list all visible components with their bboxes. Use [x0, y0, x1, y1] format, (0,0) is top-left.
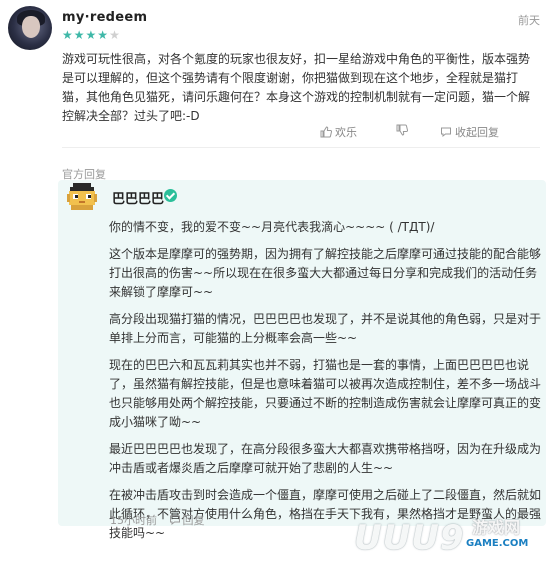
reply-button[interactable]: 回复 [161, 514, 205, 527]
reply-paragraph: 这个版本是摩摩可的强势期，因为拥有了解控技能之后摩摩可通过技能的配合能够打出很高… [109, 247, 542, 299]
reply-paragraph: 高分段出现猫打猫的情况，巴巴巴巴也发现了，并不是说其他的角色弱，只是对于单排上分… [109, 312, 542, 345]
reply-time: 15小时前 [110, 514, 157, 527]
reply-icon [169, 515, 180, 526]
thumbs-down-icon [396, 124, 409, 136]
review-text: 游戏可玩性很高，对各个氪度的玩家也很友好，扣一星给游戏中角色的平衡性，版本强势是… [62, 52, 531, 123]
rating-stars: ★★★★★ [62, 28, 121, 42]
watermark-url: GAME.COM [466, 538, 529, 549]
reply-paragraph: 现在的巴巴六和瓦瓦莉其实也并不弱，打猫也是一套的事情，上面巴巴巴巴也说了，虽然猫… [109, 358, 542, 429]
reply-paragraph: 你的情不变，我的爱不变~~月亮代表我滴心~~~~ ( /TДT)/ [109, 220, 435, 234]
like-button[interactable]: 欢乐 [320, 124, 357, 140]
watermark-logo: UUU9 [354, 518, 465, 558]
developer-avatar[interactable] [64, 180, 100, 214]
watermark: UUU9 游戏网 GAME.COM [354, 508, 544, 558]
reply-paragraph: 最近巴巴巴巴也发现了，在高分段很多蛮大大都喜欢携带格挡呀，因为在升级成为冲击盾或… [109, 442, 542, 475]
dislike-button[interactable] [396, 124, 411, 137]
review-actions: 欢乐 收起回复 [320, 124, 540, 140]
collapse-reply-label: 收起回复 [455, 126, 499, 139]
developer-name[interactable]: 巴巴巴巴 [112, 188, 164, 207]
review-time: 前天 [518, 14, 540, 27]
reply-footer: 15小时前 回复 [110, 512, 205, 528]
reply-label: 回复 [182, 514, 205, 527]
review-card: my·redeem ★★★★★ 前天 游戏可玩性很高，对各个氪度的玩家也很友好，… [0, 0, 550, 152]
username[interactable]: my·redeem [62, 10, 147, 25]
verified-badge-icon [164, 189, 177, 202]
review-page: my·redeem ★★★★★ 前天 游戏可玩性很高，对各个氪度的玩家也很友好，… [0, 0, 550, 562]
watermark-cn: 游戏网 [472, 518, 521, 537]
star-filled-icon: ★ [97, 28, 110, 42]
avatar-face [22, 16, 40, 38]
star-filled-icon: ★ [62, 28, 74, 42]
like-label: 欢乐 [335, 126, 357, 139]
divider [62, 147, 540, 148]
official-reply-box: 巴巴巴巴 你的情不变，我的爱不变~~月亮代表我滴心~~~~ ( /TДT)/ 这… [58, 180, 546, 540]
star-filled-icon: ★ [73, 28, 86, 42]
avatar[interactable] [8, 6, 52, 50]
star-empty-icon: ★ [109, 28, 121, 42]
comment-icon [441, 127, 451, 138]
thumbs-up-icon [320, 126, 333, 138]
reply-body: 你的情不变，我的爱不变~~月亮代表我滴心~~~~ ( /TДT)/ 这个版本是摩… [109, 218, 541, 551]
collapse-reply-button[interactable]: 收起回复 [440, 124, 499, 140]
star-filled-icon: ★ [85, 28, 98, 42]
